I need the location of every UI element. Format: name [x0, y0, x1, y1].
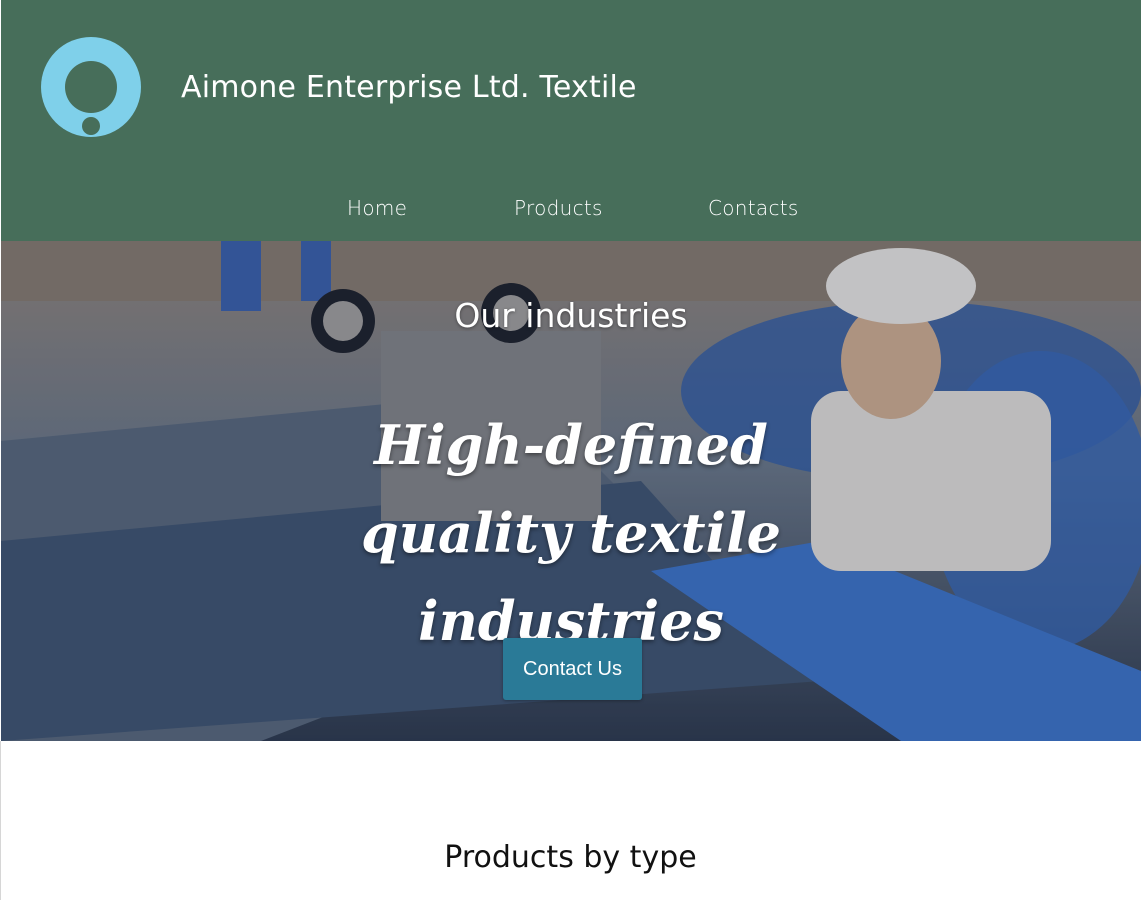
site-title: Aimone Enterprise Ltd. Textile: [181, 70, 637, 105]
ring-logo-icon[interactable]: [41, 37, 141, 137]
site-header: Aimone Enterprise Ltd. Textile Home Prod…: [1, 0, 1141, 241]
contact-us-button[interactable]: Contact Us: [503, 638, 642, 700]
main-nav: Home Products Contacts: [1, 196, 1141, 224]
nav-home-link[interactable]: Home: [347, 196, 407, 220]
hero-title: High-defined quality textile industries: [361, 413, 781, 653]
hero-banner: Our industries High-defined quality text…: [1, 241, 1141, 741]
nav-products-link[interactable]: Products: [514, 196, 603, 220]
products-section-title: Products by type: [444, 840, 697, 875]
hero-subtitle: Our industries: [454, 296, 688, 335]
page-edge-divider: [0, 741, 1, 900]
nav-contacts-link[interactable]: Contacts: [708, 196, 799, 220]
